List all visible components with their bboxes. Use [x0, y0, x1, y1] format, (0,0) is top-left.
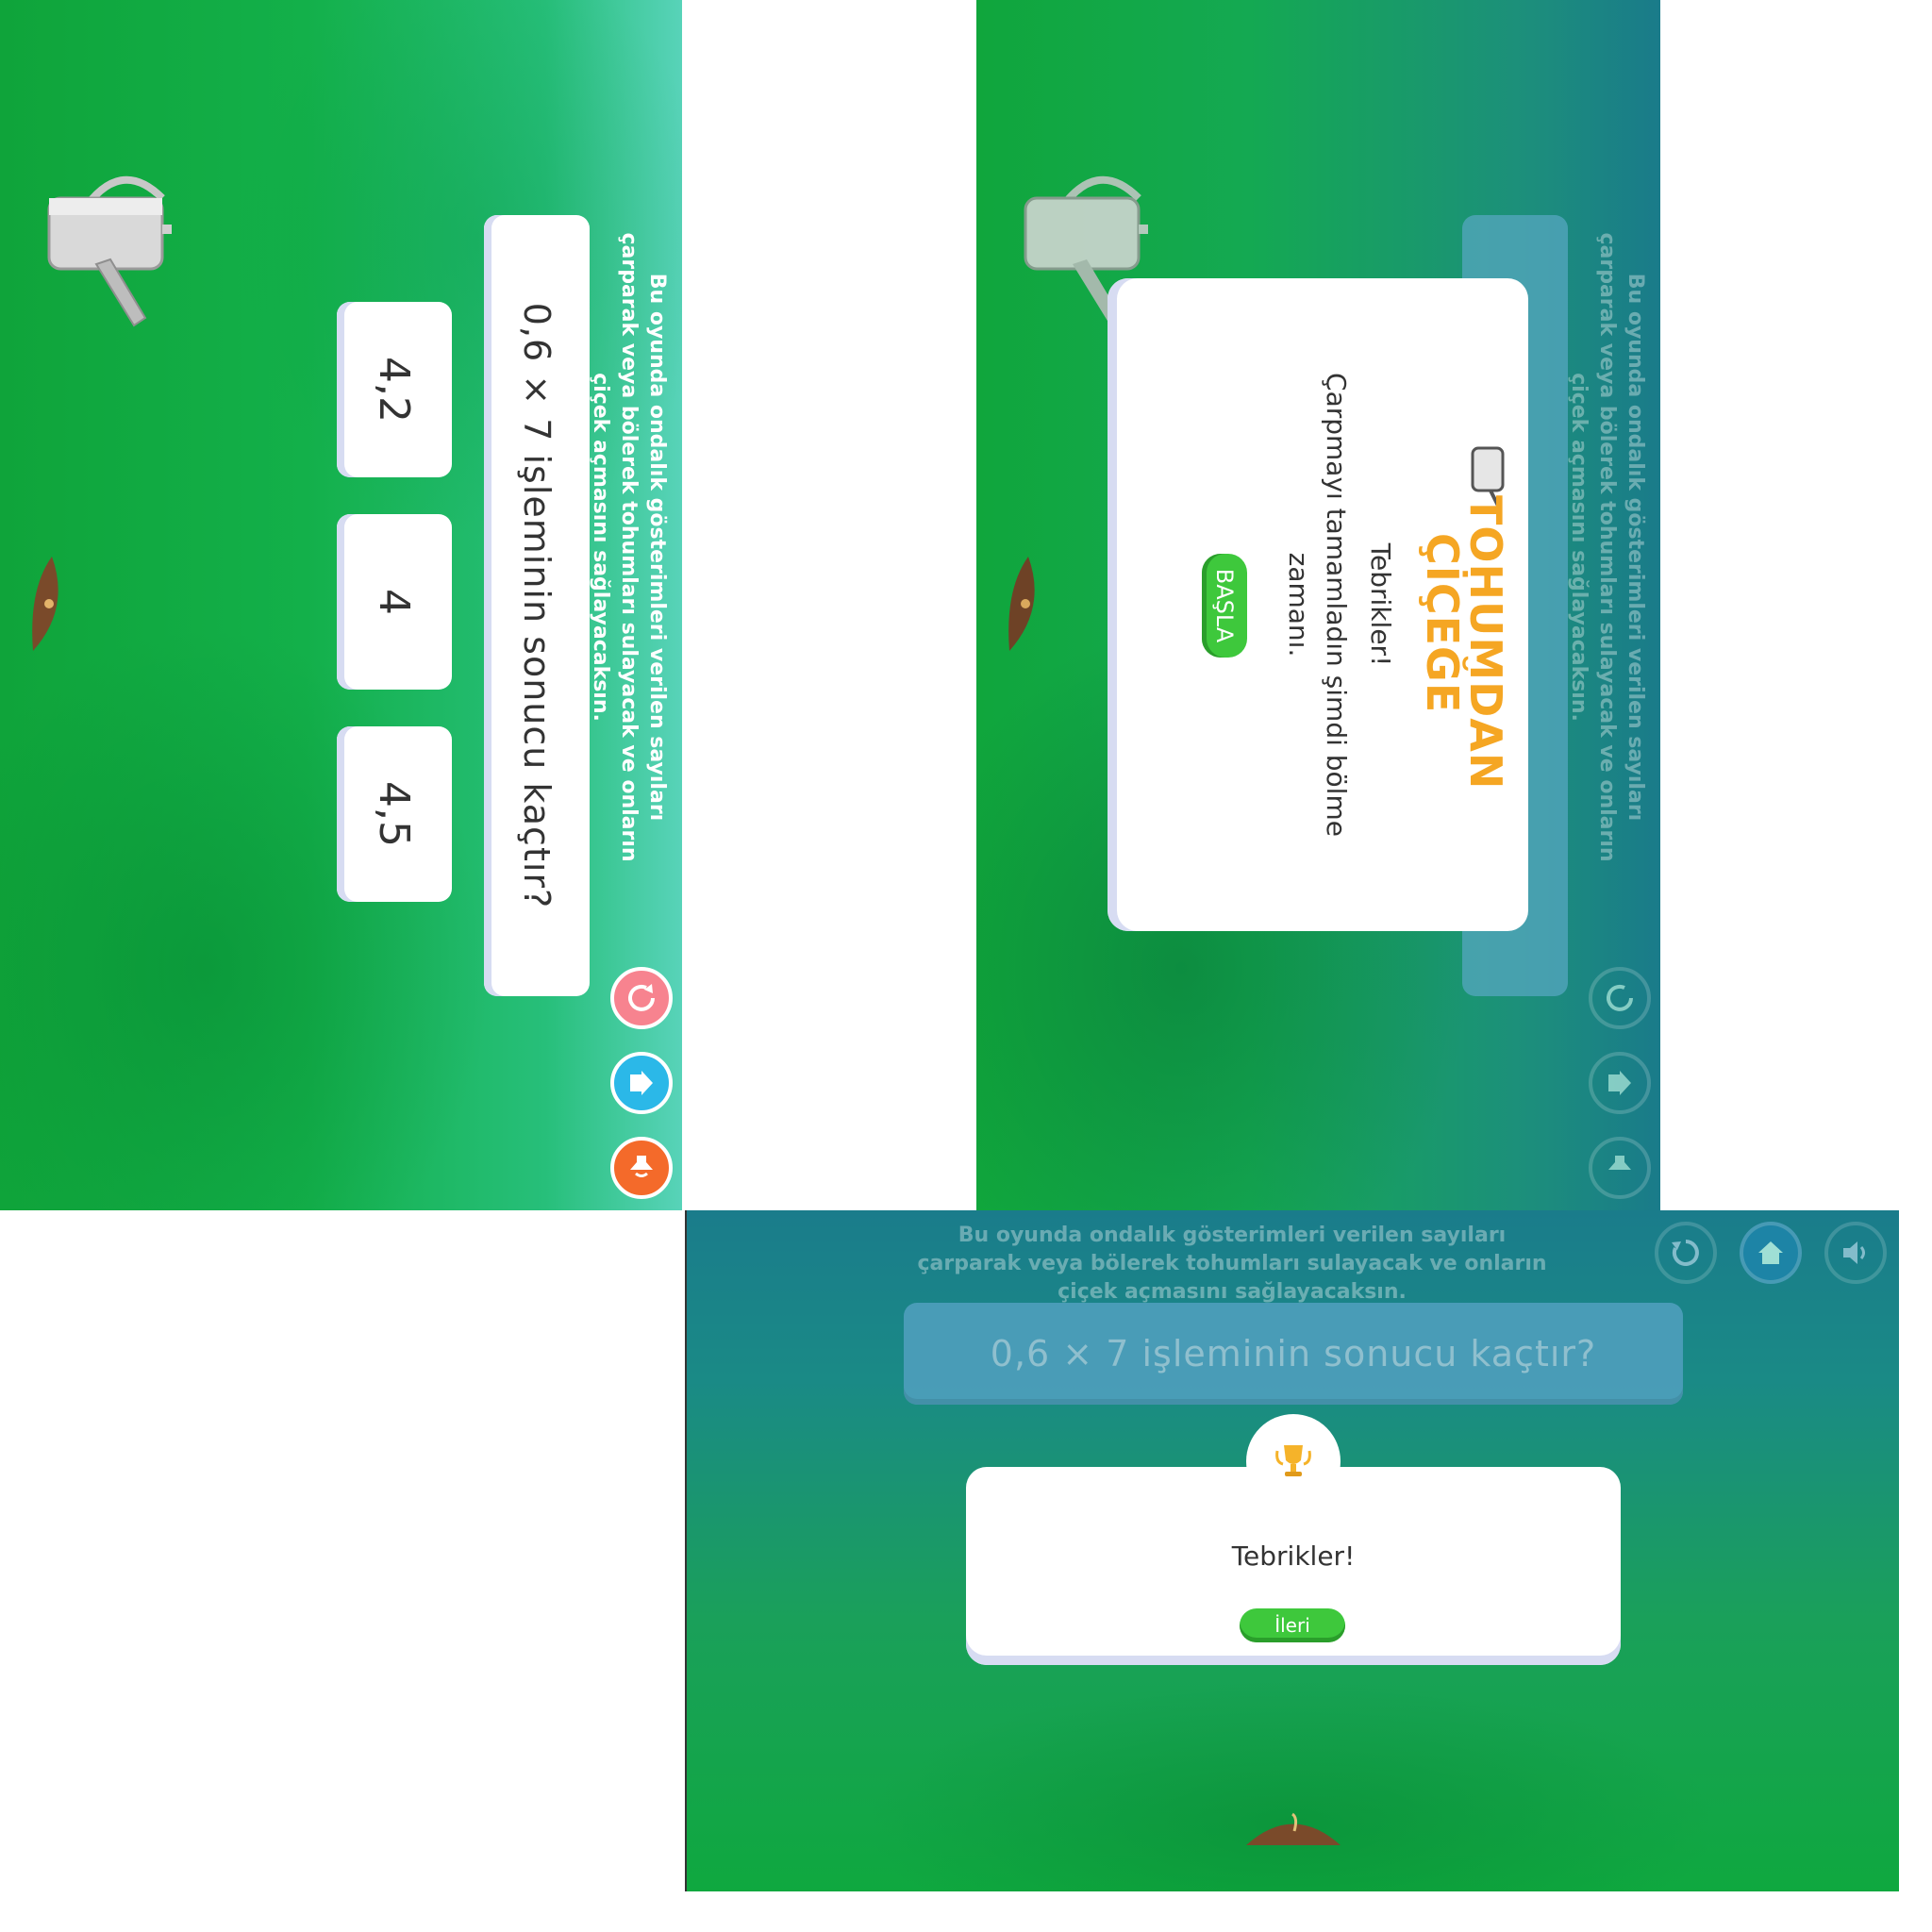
answer-option-2[interactable]: 4 [337, 514, 452, 690]
sound-icon [1608, 1156, 1631, 1170]
panel-intro-rotated: Bu oyunda ondalık gösterimleri verilen s… [976, 0, 1660, 1210]
home-icon [1608, 1071, 1631, 1095]
panel-game-rotated: Bu oyunda ondalık gösterimleri verilen s… [0, 0, 682, 1210]
restart-icon [1672, 1240, 1699, 1266]
restart-icon [628, 984, 655, 1011]
answer-option-3[interactable]: 4,5 [337, 726, 452, 902]
trophy-icon [1275, 1445, 1311, 1476]
answer-option-1[interactable]: 4,2 [337, 302, 452, 477]
seed-mound-icon [1246, 1812, 1341, 1845]
logo-title-line2: ÇİÇEĞE [1417, 533, 1468, 714]
panel-result: Bu oyunda ondalık gösterimleri verilen s… [685, 1210, 1899, 1891]
sound-button[interactable] [610, 1137, 673, 1199]
instructions-text: Bu oyunda ondalık gösterimleri verilen s… [917, 1224, 1547, 1304]
intro-modal-title: Tebrikler! [1365, 542, 1396, 667]
logo-title-line1: TOHUMDAN [1460, 495, 1511, 791]
intro-modal: TOHUMDAN ÇİÇEĞE Tebrikler! Çarpmayı tama… [1108, 278, 1528, 931]
intro-modal-message: Çarpmayı tamamladın şimdi bölme zamanı. [1283, 373, 1352, 837]
restart-icon [1607, 984, 1633, 1011]
home-button[interactable] [610, 1052, 673, 1114]
sound-button[interactable] [1824, 1222, 1887, 1284]
next-button[interactable]: İleri [1240, 1608, 1345, 1642]
result-modal-title: Tebrikler! [1231, 1541, 1356, 1572]
sound-button[interactable] [1589, 1137, 1651, 1199]
trophy-badge [1246, 1414, 1341, 1508]
home-icon [1758, 1241, 1783, 1264]
restart-button[interactable] [1655, 1222, 1717, 1284]
instructions-text: Bu oyunda ondalık gösterimleri verilen s… [1567, 232, 1647, 862]
home-button[interactable] [1740, 1222, 1802, 1284]
question-box: 0,6 × 7 işleminin sonucu kaçtır? [904, 1303, 1683, 1405]
restart-button[interactable] [1589, 967, 1651, 1029]
sound-icon [630, 1156, 653, 1177]
question-box: 0,6 × 7 işleminin sonucu kaçtır? [484, 215, 590, 996]
instructions-text: Bu oyunda ondalık gösterimleri verilen s… [589, 232, 669, 862]
rotated-content: Bu oyunda ondalık gösterimleri verilen s… [976, 0, 1660, 1210]
home-icon [630, 1071, 653, 1095]
panel-left-border [685, 1210, 687, 1891]
start-button[interactable]: BAŞLA [1202, 554, 1247, 658]
home-button[interactable] [1589, 1052, 1651, 1114]
restart-button[interactable] [610, 967, 673, 1029]
sound-icon [1843, 1241, 1865, 1264]
rotated-content: Bu oyunda ondalık gösterimleri verilen s… [0, 0, 682, 1210]
